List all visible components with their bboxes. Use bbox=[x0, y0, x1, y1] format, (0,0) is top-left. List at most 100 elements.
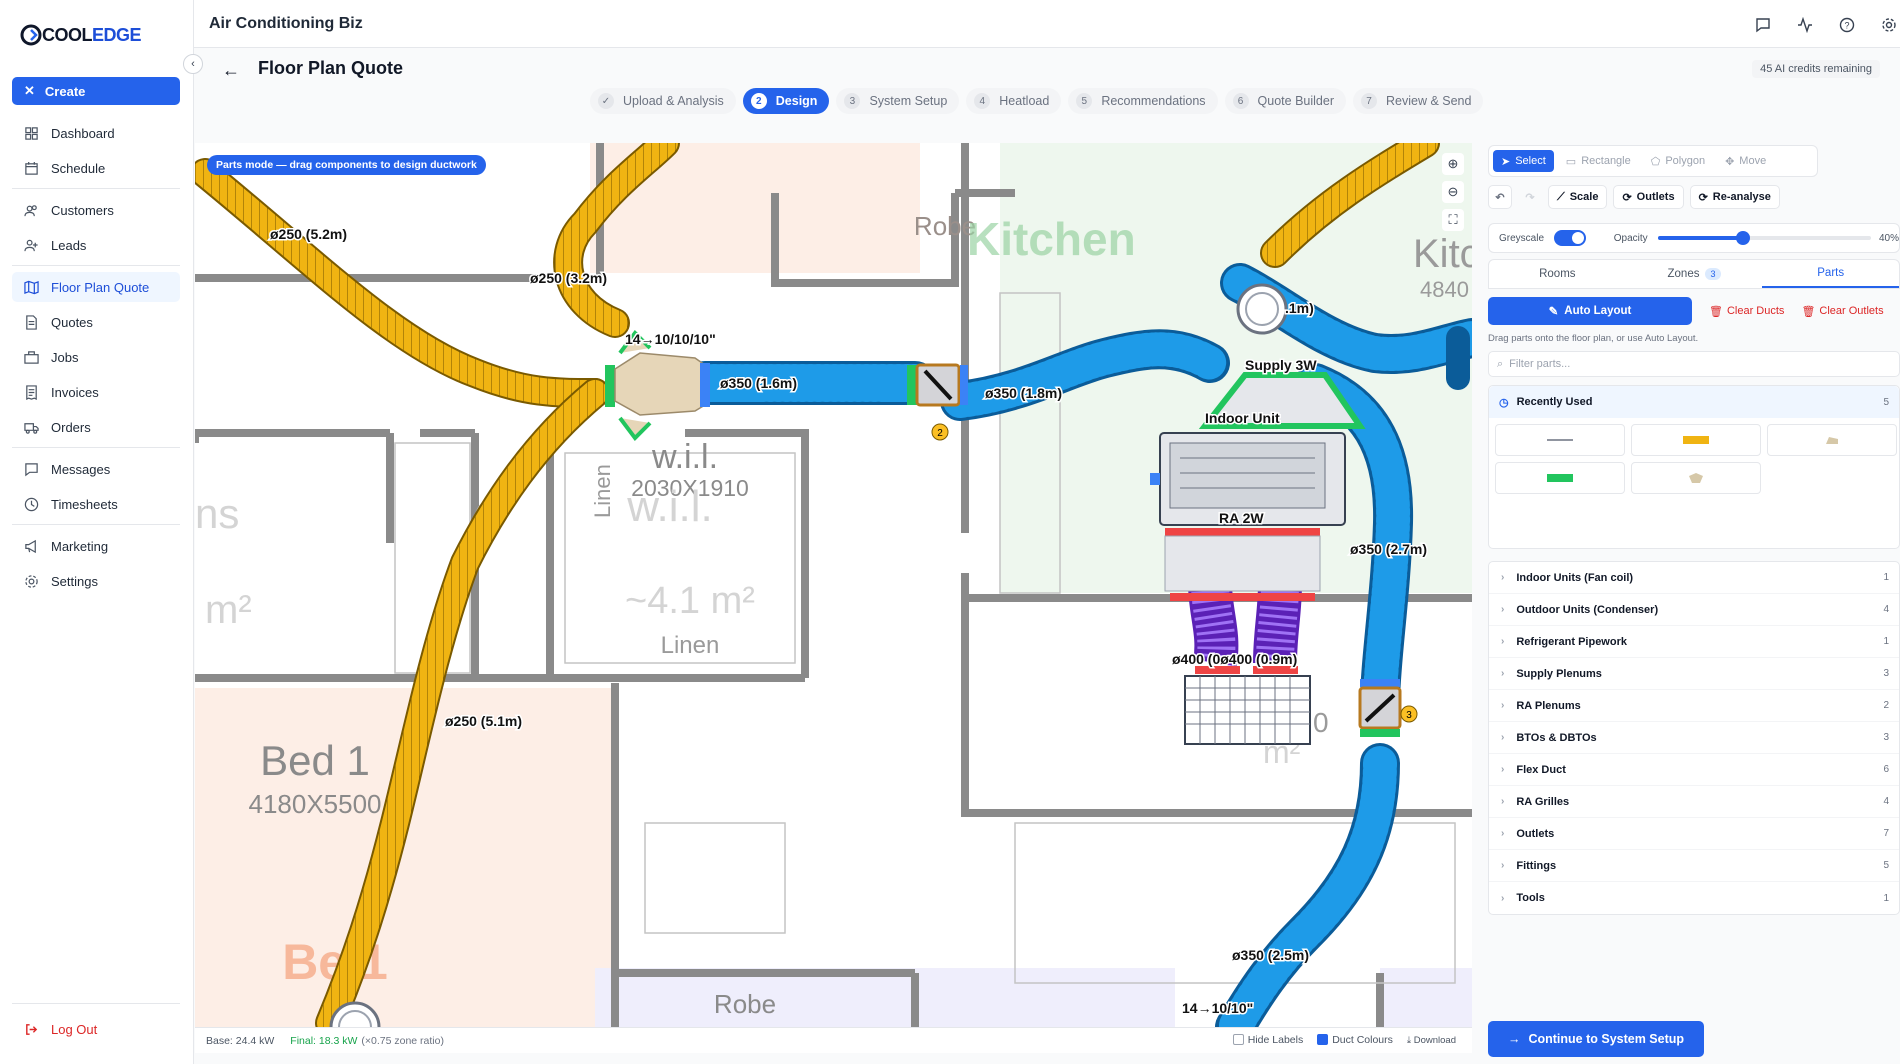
duct-label: ø250 (5.1m) bbox=[445, 713, 522, 729]
part-tile-outlet[interactable] bbox=[1767, 424, 1897, 456]
category-count: 6 bbox=[1883, 764, 1889, 775]
category-ra-grilles[interactable]: › RA Grilles 4 bbox=[1489, 786, 1899, 818]
wand-icon: ✎ bbox=[1548, 306, 1559, 318]
tool-move[interactable]: ✥ Move bbox=[1717, 150, 1774, 172]
clear-outlets-button[interactable]: 🗑 Clear Outlets bbox=[1801, 305, 1883, 318]
fit-screen-icon[interactable]: ⛶ bbox=[1442, 209, 1464, 231]
step-quote-builder[interactable]: 6 Quote Builder bbox=[1224, 88, 1346, 114]
tool-select[interactable]: ➤ Select bbox=[1493, 150, 1554, 172]
tab-rooms[interactable]: Rooms bbox=[1489, 260, 1626, 288]
sidebar-item-orders[interactable]: Orders bbox=[12, 412, 180, 442]
help-icon[interactable]: ? bbox=[1836, 14, 1858, 36]
tool-polygon[interactable]: ⬠ Polygon bbox=[1643, 150, 1713, 172]
sidebar-item-schedule[interactable]: Schedule bbox=[12, 153, 180, 183]
create-button[interactable]: ✕ Create bbox=[12, 77, 180, 105]
chevron-left-icon: ‹ bbox=[191, 58, 195, 70]
part-tile-fitting[interactable] bbox=[1631, 462, 1761, 494]
download-button[interactable]: ⤓ Download bbox=[1407, 1035, 1456, 1046]
tool-rectangle[interactable]: ▭ Rectangle bbox=[1558, 150, 1639, 172]
floor-plan-canvas[interactable]: Robe Kitchen Kitc 4840 w.i.l. 2030X1910 … bbox=[195, 143, 1472, 1027]
sidebar-item-invoices[interactable]: Invoices bbox=[12, 377, 180, 407]
category-btos-dbtos[interactable]: › BTOs & DBTOs 3 bbox=[1489, 722, 1899, 754]
category-outlets[interactable]: › Outlets 7 bbox=[1489, 818, 1899, 850]
download-icon: ⤓ bbox=[1406, 1034, 1414, 1046]
duct-label: ø250 (5.2m) bbox=[270, 226, 347, 242]
logout-icon bbox=[26, 1024, 38, 1035]
chevron-right-icon: › bbox=[1501, 668, 1505, 679]
sidebar-item-floor-plan-quote[interactable]: Floor Plan Quote bbox=[12, 272, 180, 302]
category-count: 4 bbox=[1883, 604, 1889, 615]
chat-icon[interactable] bbox=[1752, 14, 1774, 36]
sidebar-item-jobs[interactable]: Jobs bbox=[12, 342, 180, 372]
category-flex-duct[interactable]: › Flex Duct 6 bbox=[1489, 754, 1899, 786]
auto-layout-button[interactable]: ✎ Auto Layout bbox=[1488, 297, 1692, 325]
activity-icon[interactable] bbox=[1794, 14, 1816, 36]
filter-placeholder: Filter parts... bbox=[1509, 358, 1571, 370]
category-ra-plenums[interactable]: › RA Plenums 2 bbox=[1489, 690, 1899, 722]
tool-label: Move bbox=[1739, 155, 1767, 167]
tool-label: Polygon bbox=[1665, 155, 1706, 167]
redo-button[interactable]: ↷ bbox=[1518, 185, 1542, 209]
part-tile-refrigerant-line[interactable] bbox=[1495, 424, 1625, 456]
step-recommendations[interactable]: 5 Recommendations bbox=[1068, 88, 1218, 114]
outlets-button[interactable]: ⟳ Outlets bbox=[1613, 185, 1684, 209]
greyscale-toggle[interactable] bbox=[1554, 230, 1586, 246]
step-label: Upload & Analysis bbox=[623, 94, 724, 108]
zoom-out-icon[interactable]: ⊖ bbox=[1442, 181, 1464, 203]
filter-parts-input[interactable]: ⌕ Filter parts... bbox=[1488, 351, 1900, 377]
category-tools[interactable]: › Tools 1 bbox=[1489, 882, 1899, 914]
recently-used-section: ◷ Recently Used 5 bbox=[1488, 385, 1900, 549]
hide-labels-checkbox[interactable]: Hide Labels bbox=[1232, 1034, 1303, 1046]
receipt-icon bbox=[26, 384, 37, 400]
sidebar-item-quotes[interactable]: Quotes bbox=[12, 307, 180, 337]
continue-button[interactable]: → Continue to System Setup bbox=[1488, 1021, 1704, 1057]
gear-icon[interactable] bbox=[1878, 14, 1900, 36]
app-logo[interactable]: COOLEDGE bbox=[20, 24, 142, 46]
logout-button[interactable]: Log Out bbox=[24, 1022, 97, 1037]
step-number: 7 bbox=[1360, 93, 1377, 109]
step-upload-analysis[interactable]: ✓ Upload & Analysis bbox=[590, 88, 736, 114]
category-outdoor-units-condenser[interactable]: › Outdoor Units (Condenser) 4 bbox=[1489, 594, 1899, 626]
category-fittings[interactable]: › Fittings 5 bbox=[1489, 850, 1899, 882]
step-heatload[interactable]: 4 Heatload bbox=[966, 88, 1062, 114]
tab-parts[interactable]: Parts bbox=[1762, 260, 1900, 288]
clear-ducts-button[interactable]: 🗑 Clear Ducts bbox=[1709, 305, 1784, 318]
duct-label: ø350 (2.7m) bbox=[1350, 541, 1427, 557]
reanalyse-button[interactable]: ⟳ Re-analyse bbox=[1689, 185, 1780, 209]
part-tile-flex-duct[interactable] bbox=[1631, 424, 1761, 456]
category-indoor-units-fan-coil[interactable]: › Indoor Units (Fan coil) 1 bbox=[1489, 562, 1899, 594]
opacity-slider[interactable] bbox=[1657, 231, 1871, 245]
category-count: 4 bbox=[1883, 796, 1889, 807]
draw-toolbar: ➤ Select ▭ Rectangle ⬠ Polygon ✥ Move bbox=[1488, 145, 1818, 177]
duct-label: 14→10/10/10" bbox=[625, 331, 716, 347]
sidebar-item-settings[interactable]: Settings bbox=[12, 566, 180, 596]
part-tile-connector[interactable] bbox=[1495, 462, 1625, 494]
undo-button[interactable]: ↶ bbox=[1488, 185, 1512, 209]
category-label: Outlets bbox=[1516, 827, 1555, 840]
room-label: m² bbox=[205, 588, 252, 632]
return-air-grille[interactable] bbox=[1184, 666, 1311, 745]
sidebar-item-marketing[interactable]: Marketing bbox=[12, 531, 180, 561]
collapse-sidebar-button[interactable]: ‹ bbox=[183, 54, 203, 74]
back-arrow-icon[interactable]: ← bbox=[222, 60, 240, 81]
zoom-in-icon[interactable]: ⊕ bbox=[1442, 153, 1464, 175]
category-supply-plenums[interactable]: › Supply Plenums 3 bbox=[1489, 658, 1899, 690]
tab-zones[interactable]: Zones 3 bbox=[1626, 260, 1763, 288]
duct-label: Indoor Unit bbox=[1205, 410, 1280, 426]
ceiling-outlet[interactable] bbox=[1236, 283, 1288, 335]
step-number: 3 bbox=[844, 93, 861, 109]
truck-icon bbox=[24, 422, 39, 434]
sidebar-item-timesheets[interactable]: Timesheets bbox=[12, 489, 180, 519]
scale-button[interactable]: ⟋ Scale bbox=[1548, 185, 1608, 209]
sidebar-item-customers[interactable]: Customers bbox=[12, 195, 180, 225]
category-refrigerant-pipework[interactable]: › Refrigerant Pipework 1 bbox=[1489, 626, 1899, 658]
sidebar-item-messages[interactable]: Messages bbox=[12, 454, 180, 484]
step-review-send[interactable]: 7 Review & Send bbox=[1352, 88, 1484, 114]
sidebar-item-leads[interactable]: Leads bbox=[12, 230, 180, 260]
sidebar-item-dashboard[interactable]: Dashboard bbox=[12, 118, 180, 148]
slider-knob[interactable] bbox=[1735, 231, 1750, 245]
step-design[interactable]: 2 Design bbox=[742, 88, 830, 114]
step-system-setup[interactable]: 3 System Setup bbox=[836, 88, 960, 114]
recently-used-header[interactable]: ◷ Recently Used 5 bbox=[1489, 386, 1899, 418]
duct-colours-checkbox[interactable]: Duct Colours bbox=[1317, 1034, 1393, 1046]
